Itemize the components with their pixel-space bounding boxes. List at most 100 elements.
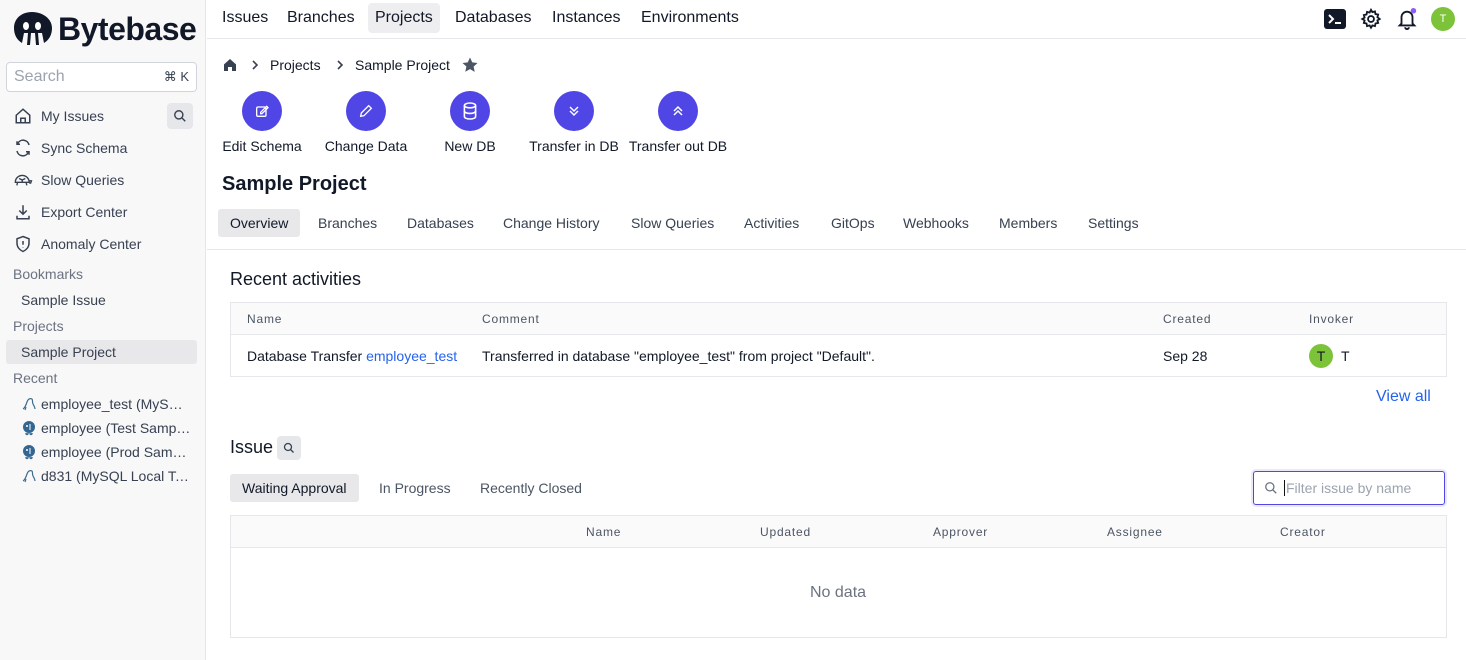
top-nav: Issues Branches Projects Databases Insta… [207,0,1466,39]
topnav-projects[interactable]: Projects [368,3,440,33]
mysql-icon [21,396,37,412]
bytebase-logo-icon [14,12,52,45]
sidebar-item-slow-queries[interactable]: Slow Queries [13,168,124,192]
quick-action-new-db[interactable]: New DB [415,91,525,154]
sidebar-item-label: My Issues [41,108,105,124]
column-header: Name [247,312,283,326]
recent-item[interactable]: d831 (MySQL Local Test) [21,465,191,487]
topnav-issues[interactable]: Issues [215,3,275,33]
postgres-icon [21,444,37,460]
home-icon [13,106,33,126]
recent-item[interactable]: employee (Test Sample Instance) [21,417,191,439]
sidebar-item-my-issues[interactable]: My Issues [13,104,104,128]
column-header: Assignee [1107,525,1163,539]
tab-gitops[interactable]: GitOps [819,209,887,237]
table-header: Name Updated Approver Assignee Creator [231,516,1446,548]
quick-action-transfer-in-db[interactable]: Transfer in DB [519,91,629,154]
projects-label: Projects [13,318,64,334]
column-header: Comment [482,312,540,326]
tab-databases[interactable]: Databases [395,209,486,237]
sidebar-item-sync-schema[interactable]: Sync Schema [13,136,127,160]
table-header: Name Comment Created Invoker [231,303,1446,335]
recent-item-label: d831 (MySQL Local Test) [41,468,191,484]
postgres-icon [21,420,37,436]
sidebar-item-label: Slow Queries [41,172,125,188]
tab-members[interactable]: Members [987,209,1069,237]
sync-icon [13,138,33,158]
tab-settings[interactable]: Settings [1076,209,1151,237]
search-icon [283,442,294,453]
recent-activities-title: Recent activities [230,269,362,289]
tab-overview[interactable]: Overview [218,209,301,237]
issue-section-title: Issue [230,437,274,457]
tab-recently-closed[interactable]: Recently Closed [468,474,594,502]
sidebar-item-label: Anomaly Center [41,236,142,252]
breadcrumb-home[interactable] [222,56,238,74]
recent-item-label: employee (Prod Sample Instance) [41,444,191,460]
turtle-icon [13,170,33,190]
sidebar-item-label: Sync Schema [41,140,128,156]
issue-search-toggle[interactable] [277,436,301,460]
gear-icon[interactable] [1359,7,1383,31]
tab-slow-queries[interactable]: Slow Queries [619,209,726,237]
bell-icon[interactable] [1395,7,1419,31]
view-all-link[interactable]: View all [1376,388,1431,406]
column-header: Invoker [1309,312,1354,326]
sidebar-item-export-center[interactable]: Export Center [13,200,127,224]
sql-editor-icon[interactable] [1323,7,1347,31]
user-avatar[interactable]: T [1431,7,1455,31]
topnav-branches[interactable]: Branches [280,3,362,33]
star-icon[interactable] [461,56,479,74]
tab-in-progress[interactable]: In Progress [367,474,463,502]
sidebar-item-anomaly-center[interactable]: Anomaly Center [13,232,141,256]
page-title: Sample Project [222,173,367,195]
bookmarks-label: Bookmarks [13,266,84,282]
recent-item[interactable]: employee_test (MySQL Local Test) [21,393,191,415]
activity-name: Database Transfer employee_test [247,348,457,364]
tab-change-history[interactable]: Change History [491,209,612,237]
chevron-right-icon [337,60,344,70]
quick-action-transfer-out-db[interactable]: Transfer out DB [623,91,733,154]
sidebar: Bytebase Search ⌘ K My Issues Sync Schem… [0,0,206,660]
topnav-instances[interactable]: Instances [545,3,627,33]
tab-activities[interactable]: Activities [732,209,811,237]
recent-item[interactable]: employee (Prod Sample Instance) [21,441,191,463]
edit-schema-icon [242,91,282,131]
topnav-databases[interactable]: Databases [448,3,539,33]
bookmark-item[interactable]: Sample Issue [21,292,106,308]
activity-database-link[interactable]: employee_test [366,348,457,364]
breadcrumb-projects[interactable]: Projects [270,56,321,74]
issues-table: Name Updated Approver Assignee Creator [230,515,1447,638]
download-icon [13,202,33,222]
search-icon [1265,482,1277,494]
sidebar-search[interactable]: Search ⌘ K [6,62,197,92]
tab-webhooks[interactable]: Webhooks [891,209,981,237]
column-header: Name [586,525,622,539]
column-header: Created [1163,312,1212,326]
search-icon [174,110,186,122]
tab-waiting-approval[interactable]: Waiting Approval [230,474,359,502]
column-header: Updated [760,525,811,539]
column-header: Approver [933,525,989,539]
quick-action-change-data[interactable]: Change Data [311,91,421,154]
topnav-environments[interactable]: Environments [634,3,746,33]
tabs-divider [207,249,1466,250]
quick-action-label: Transfer in DB [529,138,619,154]
breadcrumb-separator [251,56,259,74]
issue-filter-input[interactable]: Filter issue by name [1253,471,1445,505]
tab-branches[interactable]: Branches [306,209,389,237]
recent-item-label: employee (Test Sample Instance) [41,420,191,436]
search-placeholder: Search [14,68,65,85]
sidebar-item-label: Export Center [41,204,128,220]
home-icon [224,59,236,71]
shield-icon [13,234,33,254]
pencil-icon [346,91,386,131]
quick-action-edit-schema[interactable]: Edit Schema [207,91,317,154]
breadcrumb-separator [336,56,344,74]
project-item[interactable]: Sample Project [21,344,116,360]
database-icon [450,91,490,131]
column-header: Creator [1280,525,1326,539]
chevrons-up-icon [658,91,698,131]
issue-search-button[interactable] [167,103,193,129]
bytebase-logo[interactable]: Bytebase [12,10,197,48]
